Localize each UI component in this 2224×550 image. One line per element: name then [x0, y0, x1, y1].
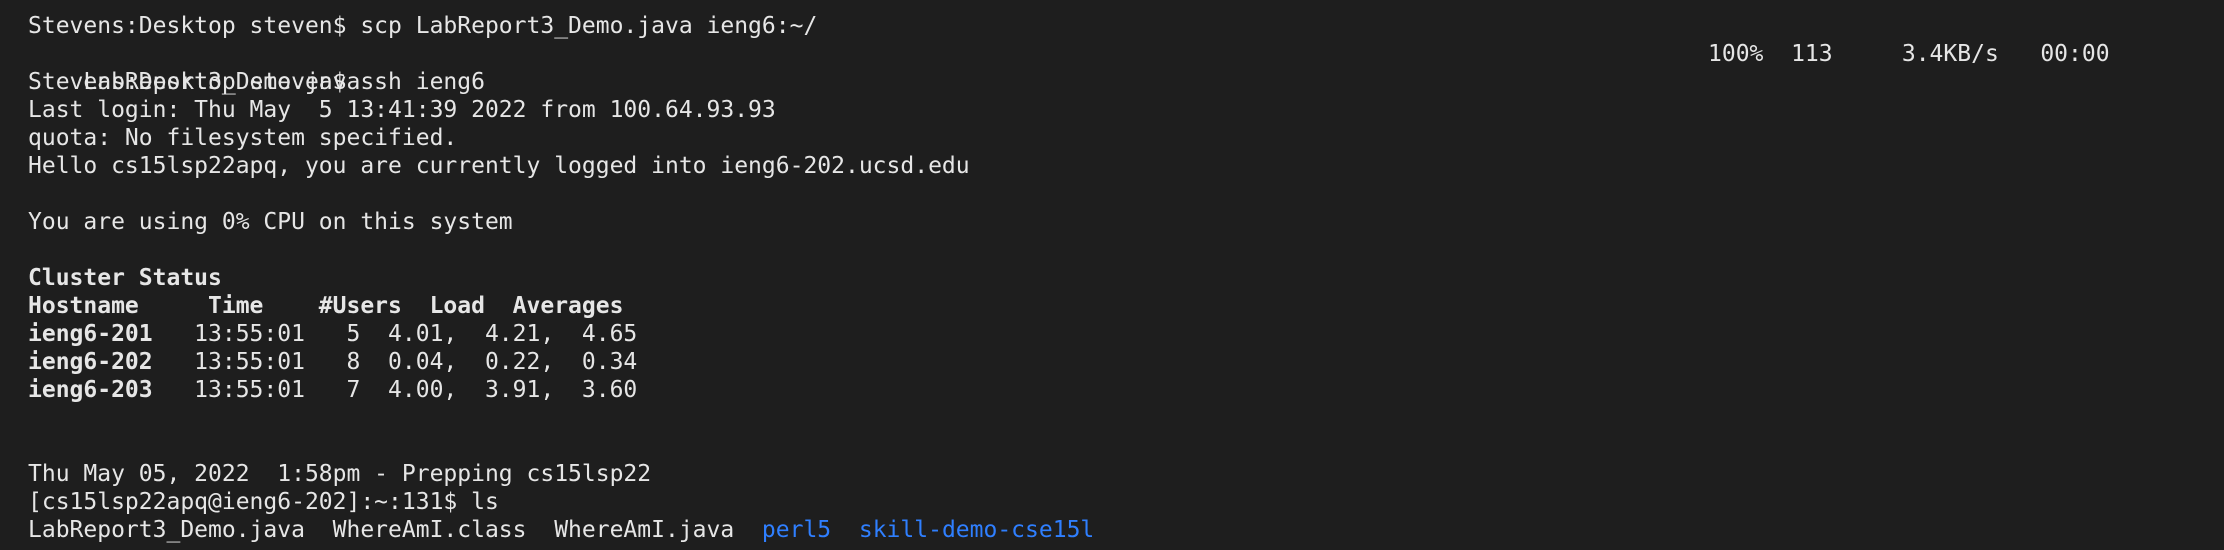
cluster-status-row: ieng6-201 13:55:01 5 4.01, 4.21, 4.65 [28, 320, 2224, 348]
terminal-line-last-login: Last login: Thu May 5 13:41:39 2022 from… [28, 97, 776, 123]
terminal-line-scp-command: Stevens:Desktop steven$ scp LabReport3_D… [28, 13, 818, 39]
transfer-progress-stats: 100% 113 3.4KB/s 00:00 [1708, 41, 2110, 67]
cluster-status-heading: Cluster Status [28, 265, 222, 291]
cluster-hostname: ieng6-203 [28, 377, 153, 403]
terminal-line-prompt [28, 544, 2224, 550]
cluster-status-row: ieng6-202 13:55:01 8 0.04, 0.22, 0.34 [28, 348, 2224, 376]
ls-separator [831, 517, 859, 543]
ls-directory-skill-demo: skill-demo-cse15l [858, 517, 1095, 543]
terminal-line-cpu-usage: You are using 0% CPU on this system [28, 209, 513, 235]
cluster-status-row: ieng6-203 13:55:01 7 4.00, 3.91, 3.60 [28, 376, 2224, 404]
terminal-line-hello: Hello cs15lsp22apq, you are currently lo… [28, 153, 970, 179]
terminal-line-scp-progress: LabReport3_Demo.java 100% 113 3.4KB/s 00… [28, 40, 2224, 95]
terminal-line-ls-command: [cs15lsp22apq@ieng6-202]:~:131$ ls [28, 489, 499, 515]
ls-file-list: LabReport3_Demo.java WhereAmI.class Wher… [28, 517, 762, 543]
cluster-row-values: 13:55:01 5 4.01, 4.21, 4.65 [152, 321, 638, 347]
cluster-status-header-row: Hostname Time #Users Load Averages [28, 293, 624, 319]
terminal-line-ssh-command: Stevens:Desktop steven$ ssh ieng6 [28, 69, 485, 95]
terminal-line-quota: quota: No filesystem specified. [28, 125, 458, 151]
cluster-hostname: ieng6-201 [28, 321, 153, 347]
ls-directory-perl5: perl5 [761, 517, 832, 543]
terminal-window[interactable]: Stevens:Desktop steven$ scp LabReport3_D… [0, 0, 2224, 550]
cluster-hostname: ieng6-202 [28, 349, 153, 375]
terminal-line-prepping: Thu May 05, 2022 1:58pm - Prepping cs15l… [28, 461, 652, 487]
cluster-row-values: 13:55:01 7 4.00, 3.91, 3.60 [152, 377, 638, 403]
terminal-line-ls-output: LabReport3_Demo.java WhereAmI.class Wher… [28, 516, 2224, 544]
cluster-row-values: 13:55:01 8 0.04, 0.22, 0.34 [152, 349, 638, 375]
